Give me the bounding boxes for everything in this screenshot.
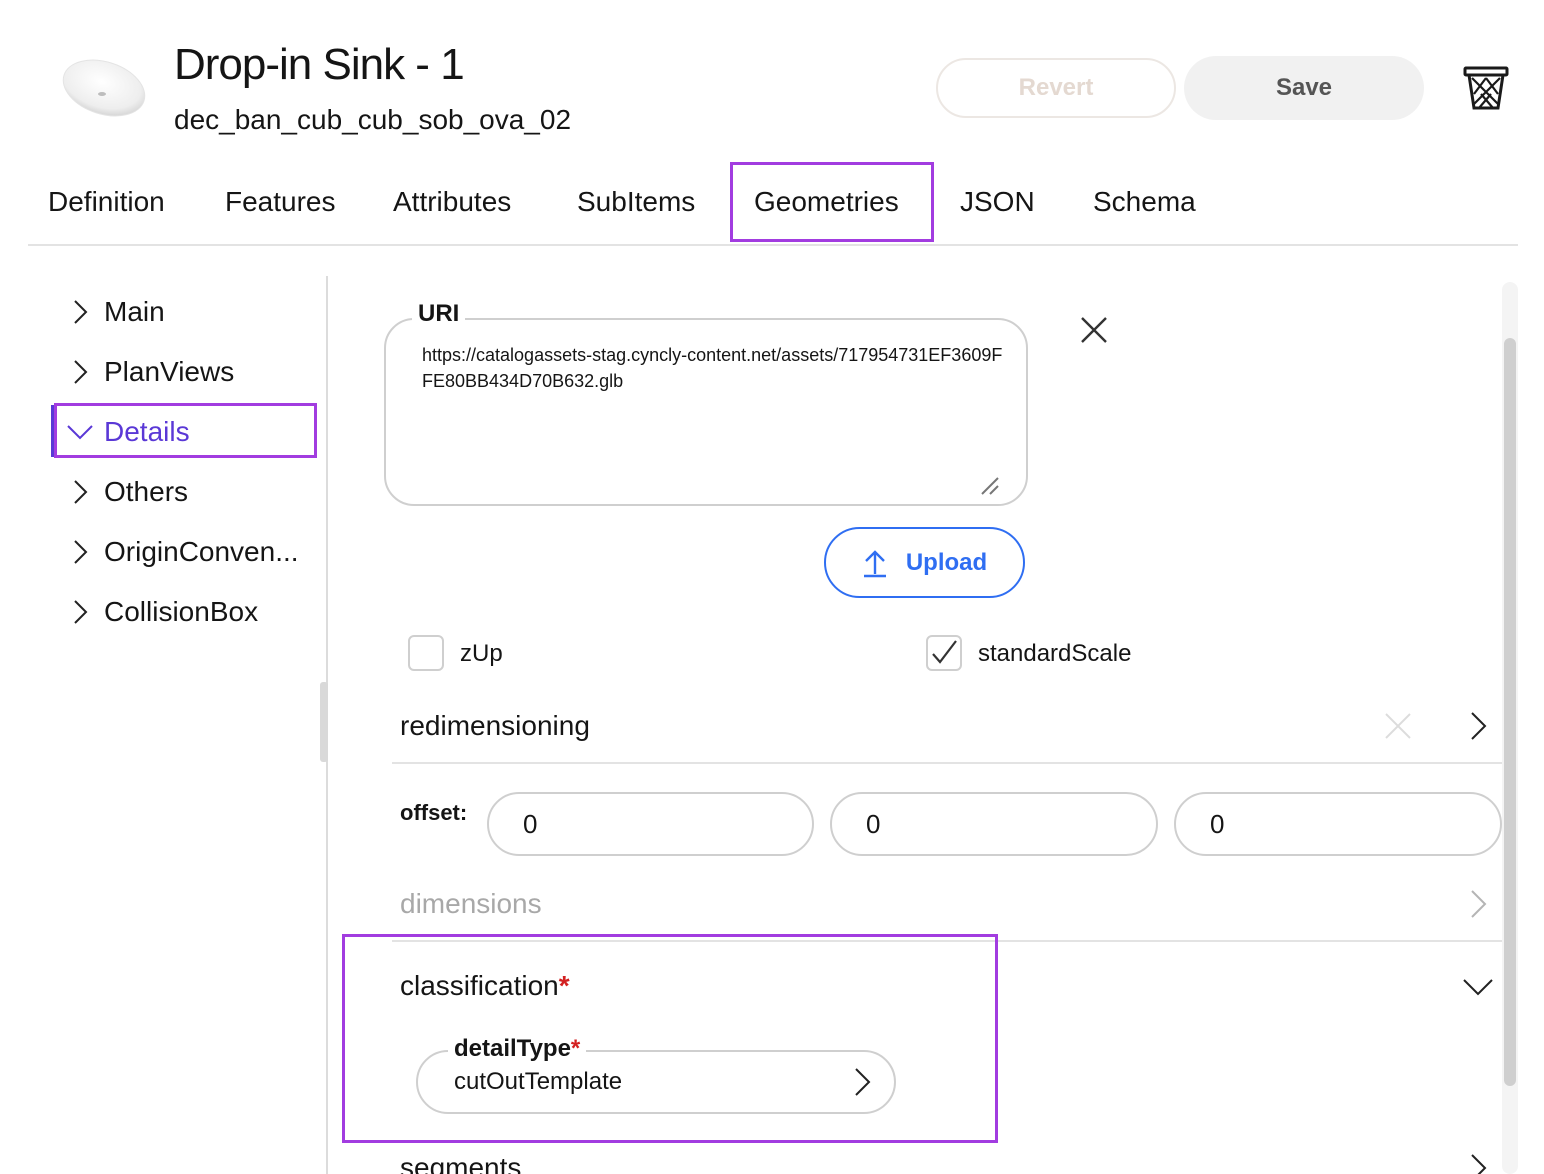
zup-label: zUp [460,640,503,667]
sidebar-item-label: OriginConven... [104,536,299,567]
sink-thumbnail [58,48,150,120]
chevron-right-icon [66,478,94,506]
upload-icon [863,549,886,577]
page-subtitle: dec_ban_cub_cub_sob_ova_02 [174,104,572,135]
upload-button[interactable]: Upload [824,527,1025,598]
sidebar-item-label: Others [104,476,189,507]
sidebar-item-main[interactable]: Main [66,292,165,332]
standard-scale-checkbox[interactable] [926,635,962,671]
tab-bar: Definition Features Attributes SubItems … [28,160,1518,246]
tab-definition[interactable]: Definition [48,186,165,218]
revert-button[interactable]: Revert [936,58,1176,118]
offset-x-input[interactable]: 0 [487,792,814,856]
trash-icon[interactable] [1462,64,1510,112]
resize-grip-icon[interactable] [978,474,1002,498]
redimensioning-title[interactable]: redimensioning [400,710,590,742]
upload-label: Upload [905,548,988,576]
sidebar-item-details[interactable]: Details [66,412,190,452]
sidebar-item-others[interactable]: Others [66,472,188,512]
required-marker: * [570,1035,581,1062]
segments-title[interactable]: segments [400,1152,521,1174]
offset-z-input[interactable]: 0 [1174,792,1502,856]
close-icon[interactable] [1078,314,1110,346]
active-tab-highlight [730,162,934,242]
detail-type-value: cutOutTemplate [454,1068,623,1095]
chevron-right-icon[interactable] [1464,710,1496,742]
sidebar-resize-handle[interactable] [320,682,328,762]
zup-checkbox[interactable] [408,635,444,671]
tab-json[interactable]: JSON [960,186,1035,218]
chevron-right-icon[interactable] [1464,888,1496,920]
chevron-right-icon [66,538,94,566]
offset-label: offset: [400,800,468,825]
detail-type-label: detailType* [448,1035,587,1063]
chevron-down-icon[interactable] [1462,972,1494,1004]
uri-label: URI [412,300,466,328]
uri-value[interactable]: https://catalogassets-stag.cyncly-conten… [422,342,1012,394]
dimensions-title[interactable]: dimensions [400,888,542,920]
tab-schema[interactable]: Schema [1093,186,1196,218]
chevron-right-icon [66,298,94,326]
clear-icon [1382,710,1414,742]
sidebar-item-label: PlanViews [104,356,235,387]
chevron-right-icon[interactable] [1464,1152,1496,1174]
scrollbar-thumb[interactable] [1504,338,1516,1086]
tab-attributes[interactable]: Attributes [393,186,511,218]
tab-subitems[interactable]: SubItems [577,186,695,218]
tab-features[interactable]: Features [225,186,336,218]
sidebar-item-label: Details [104,416,190,447]
sidebar-item-planviews[interactable]: PlanViews [66,352,234,392]
classification-label: classification [400,970,559,1001]
save-button[interactable]: Save [1184,56,1424,120]
page-title: Drop-in Sink - 1 [174,40,465,89]
standard-scale-label: standardScale [978,640,1132,667]
classification-title[interactable]: classification* [400,970,570,1002]
sidebar-item-label: Main [104,296,165,327]
divider [392,762,1502,764]
chevron-right-icon [66,598,94,626]
chevron-right-icon [848,1066,878,1098]
required-marker: * [558,970,570,1001]
sidebar-item-label: CollisionBox [104,596,259,627]
sidebar-item-collisionbox[interactable]: CollisionBox [66,592,258,632]
offset-y-input[interactable]: 0 [830,792,1158,856]
detail-type-label-text: detailType [454,1035,571,1062]
checkmark-icon [932,640,957,664]
sidebar-item-originconventions[interactable]: OriginConven... [66,532,299,572]
chevron-down-icon [66,418,94,446]
chevron-right-icon [66,358,94,386]
